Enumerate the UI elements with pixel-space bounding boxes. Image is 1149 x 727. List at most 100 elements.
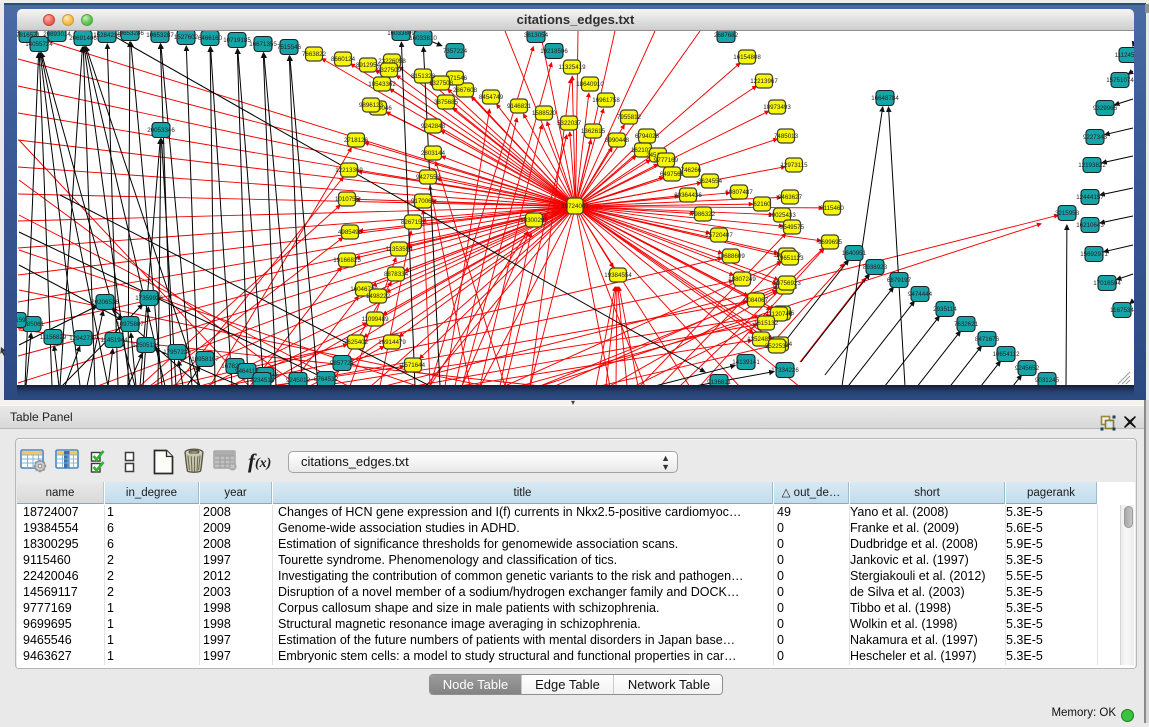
svg-text:9170064: 9170064: [411, 198, 436, 205]
svg-text:11451944: 11451944: [100, 337, 128, 344]
svg-text:10756923: 10756923: [773, 280, 801, 287]
svg-text:1615132: 1615132: [754, 320, 779, 327]
svg-text:10654112: 10654112: [992, 351, 1020, 358]
svg-text:12973115: 12973115: [780, 162, 808, 169]
svg-text:9463627: 9463627: [778, 194, 803, 201]
svg-text:11353594: 11353594: [385, 246, 413, 253]
svg-text:8660124: 8660124: [331, 56, 356, 63]
svg-text:11156829: 11156829: [40, 334, 67, 341]
svg-text:19166825: 19166825: [333, 257, 361, 264]
svg-text:20893014: 20893014: [43, 31, 71, 38]
svg-text:9549575: 9549575: [780, 224, 805, 231]
svg-text:9245012: 9245012: [286, 377, 311, 384]
svg-text:16033810: 16033810: [409, 35, 437, 42]
svg-text:11124556: 11124556: [1115, 52, 1134, 59]
svg-text:8454749: 8454749: [479, 94, 504, 101]
svg-text:7625402: 7625402: [344, 339, 369, 346]
svg-text:1362615: 1362615: [581, 128, 606, 135]
svg-text:9427552: 9427552: [416, 174, 441, 181]
svg-text:7515546: 7515546: [277, 44, 302, 51]
svg-text:10807487: 10807487: [725, 189, 753, 196]
svg-text:1498222: 1498222: [366, 293, 391, 300]
svg-text:1010755: 1010755: [335, 196, 360, 203]
svg-text:3215958: 3215958: [1055, 210, 1080, 217]
svg-text:17359926: 17359926: [135, 295, 163, 302]
svg-text:8990448: 8990448: [605, 137, 630, 144]
svg-text:16154808: 16154808: [733, 54, 761, 61]
svg-text:9474444: 9474444: [908, 291, 933, 298]
svg-text:746266: 746266: [681, 167, 702, 174]
svg-text:8151328: 8151328: [411, 73, 436, 80]
svg-text:10958107: 10958107: [191, 356, 219, 363]
svg-text:6879197: 6879197: [887, 277, 912, 284]
svg-text:8878334: 8878334: [384, 271, 409, 278]
svg-text:9777169: 9777169: [654, 157, 679, 164]
svg-text:7485013: 7485013: [774, 133, 799, 140]
svg-text:2867608: 2867608: [453, 87, 478, 94]
svg-text:7632621: 7632621: [954, 321, 979, 328]
svg-text:1167534: 1167534: [1110, 307, 1134, 314]
svg-text:14139141: 14139141: [732, 359, 760, 366]
svg-text:18807249: 18807249: [728, 276, 756, 283]
svg-text:8267151: 8267151: [401, 219, 426, 226]
svg-text:8938923: 8938923: [863, 264, 888, 271]
svg-text:12213369: 12213369: [335, 167, 363, 174]
svg-text:1527602: 1527602: [174, 34, 199, 41]
svg-text:2935114: 2935114: [933, 306, 957, 313]
svg-text:7955812: 7955812: [617, 114, 642, 121]
svg-text:16648784: 16648784: [871, 95, 899, 102]
svg-text:15720407: 15720407: [705, 232, 733, 239]
svg-text:9896123: 9896123: [359, 102, 384, 109]
svg-text:20053346: 20053346: [147, 127, 175, 134]
svg-text:10975887: 10975887: [116, 321, 144, 328]
svg-text:17334226: 17334226: [771, 367, 799, 374]
svg-text:19218506: 19218506: [540, 48, 568, 55]
svg-text:9327509: 9327509: [377, 67, 402, 74]
svg-text:10719185: 10719185: [223, 37, 251, 44]
svg-text:9146821: 9146821: [507, 103, 532, 110]
svg-text:6466160: 6466160: [198, 35, 223, 42]
svg-text:9329966: 9329966: [1093, 105, 1118, 112]
svg-text:17016504: 17016504: [1093, 280, 1121, 287]
svg-text:15751074: 15751074: [1106, 77, 1134, 84]
svg-text:10653286: 10653286: [116, 31, 144, 37]
svg-text:1571644: 1571644: [401, 362, 426, 369]
svg-text:1640951: 1640951: [842, 250, 867, 257]
svg-text:9115460: 9115460: [820, 205, 844, 212]
svg-text:15692971: 15692971: [1080, 251, 1108, 258]
svg-text:9084067: 9084067: [744, 297, 769, 304]
svg-text:(x): (x): [255, 456, 271, 471]
svg-text:1588520: 1588520: [532, 110, 557, 117]
svg-text:10653287: 10653287: [146, 32, 174, 39]
svg-text:12193822: 12193822: [1078, 162, 1106, 169]
svg-text:12213967: 12213967: [750, 78, 778, 85]
svg-text:3875685: 3875685: [434, 99, 459, 106]
svg-text:16671355: 16671355: [249, 41, 277, 48]
svg-text:2522534: 2522534: [765, 343, 790, 350]
svg-text:18724007: 18724007: [561, 203, 589, 210]
svg-text:3813054: 3813054: [524, 32, 549, 39]
svg-text:9031245: 9031245: [1035, 377, 1060, 384]
svg-text:9857721: 9857721: [330, 360, 355, 367]
svg-text:20364436: 20364436: [674, 192, 702, 199]
svg-text:39159: 39159: [17, 317, 26, 324]
svg-text:18300295: 18300295: [520, 217, 548, 224]
svg-text:10973493: 10973493: [763, 104, 791, 111]
svg-text:4985498: 4985498: [338, 229, 363, 236]
svg-text:8234511: 8234511: [250, 377, 274, 384]
svg-text:2687682: 2687682: [714, 32, 739, 39]
svg-text:9245652: 9245652: [1015, 365, 1040, 372]
svg-text:8764532: 8764532: [314, 376, 339, 383]
svg-text:5322037: 5322037: [557, 120, 582, 127]
svg-text:11325419: 11325419: [558, 64, 586, 71]
svg-text:7663822: 7663822: [302, 51, 327, 58]
svg-text:16914479: 16914479: [378, 339, 406, 346]
svg-text:62160: 62160: [753, 201, 771, 208]
svg-text:18640910: 18640910: [576, 81, 604, 88]
svg-text:2803144: 2803144: [421, 150, 446, 157]
svg-text:6794028: 6794028: [635, 133, 660, 140]
svg-text:7357224: 7357224: [443, 48, 468, 55]
svg-text:3624554: 3624554: [698, 178, 723, 185]
svg-text:20206536: 20206536: [91, 299, 119, 306]
svg-text:12942737: 12942737: [69, 335, 97, 342]
